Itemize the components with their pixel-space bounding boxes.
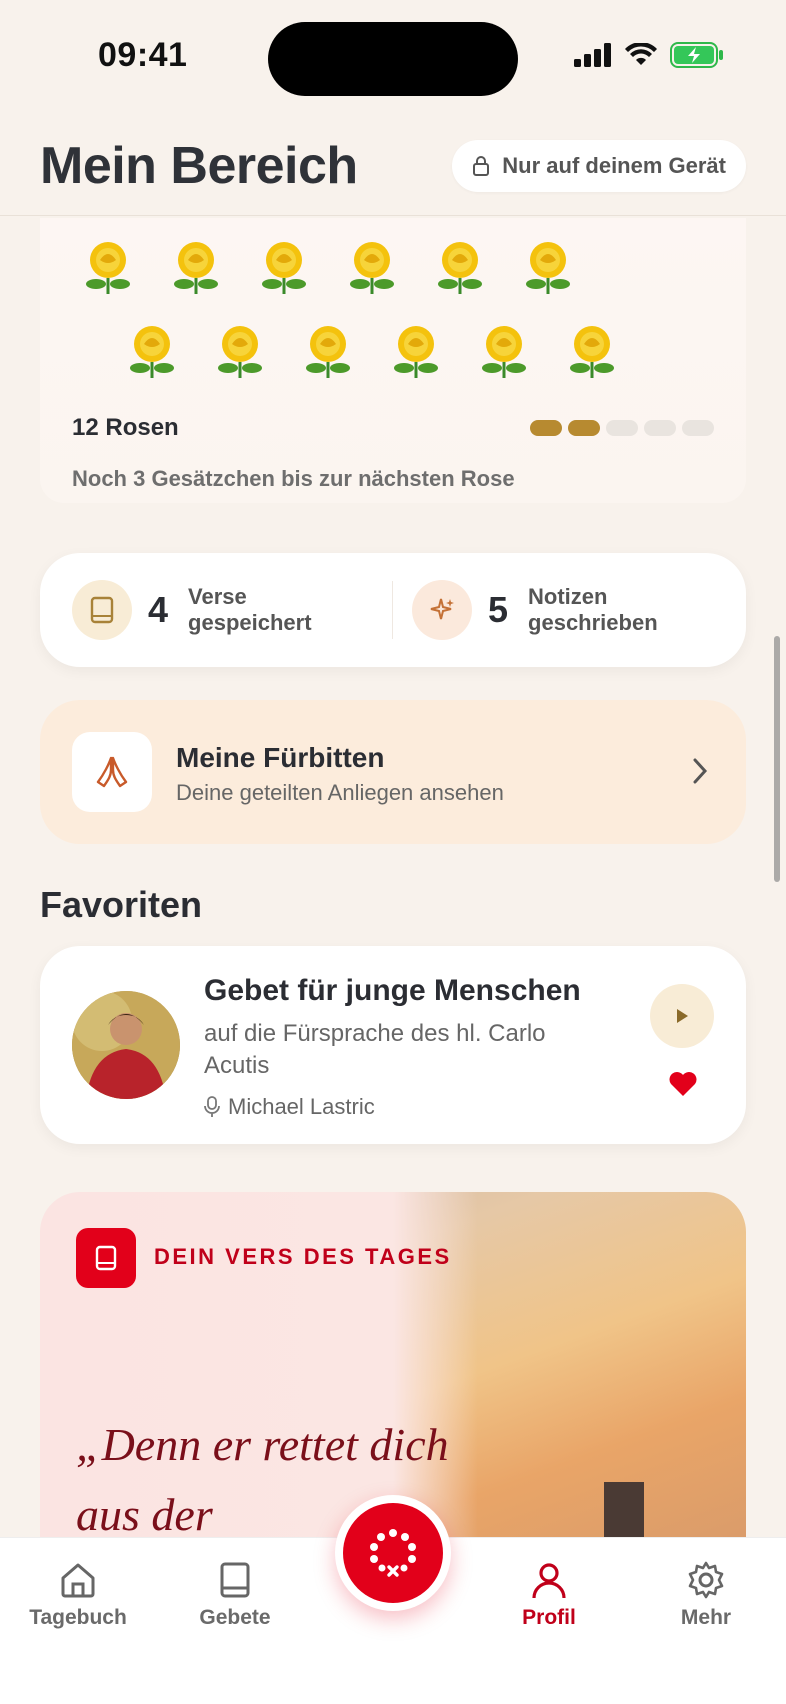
- tab-mehr[interactable]: Mehr: [641, 1560, 771, 1630]
- stat-notes[interactable]: 5 Notizen geschrieben: [412, 580, 678, 640]
- tab-label: Gebete: [199, 1606, 271, 1629]
- favorite-prayer-card[interactable]: Gebet für junge Menschen auf die Fürspra…: [40, 946, 746, 1144]
- book-icon: [76, 1228, 136, 1288]
- tab-label: Mehr: [680, 1606, 732, 1629]
- privacy-pill[interactable]: Nur auf deinem Gerät: [452, 140, 746, 192]
- rose-progress-card: 12 Rosen Noch 3 Gesätzchen bis zur nächs…: [40, 218, 746, 503]
- verse-kicker: DEIN VERS DES TAGES: [154, 1244, 452, 1269]
- tab-profil[interactable]: Profil: [484, 1560, 614, 1630]
- chevron-right-icon: [693, 758, 708, 784]
- notes-label: Notizen geschrieben: [528, 583, 658, 635]
- microphone-icon: [204, 1096, 220, 1117]
- rose-row-1: [78, 236, 578, 296]
- rose-icon: [518, 236, 578, 296]
- sparkle-icon: [412, 580, 472, 640]
- rose-icon: [78, 236, 138, 296]
- progress-segment: [682, 420, 714, 436]
- verse-text: „Denn er rettet dich aus der: [76, 1419, 449, 1540]
- book-icon: [72, 580, 132, 640]
- progress-segment: [606, 420, 638, 436]
- intercessions-card[interactable]: Meine Fürbitten Deine geteilten Anliegen…: [40, 700, 746, 844]
- rose-count: 12 Rosen: [72, 414, 179, 441]
- favorites-title: Favoriten: [40, 884, 203, 925]
- rose-icon: [166, 236, 226, 296]
- avatar: [72, 991, 180, 1099]
- favorite-title: Gebet für junge Menschen: [204, 974, 581, 1007]
- favorite-subtitle: auf die Fürsprache des hl. Carlo Acutis: [204, 1020, 546, 1080]
- rose-progress-bar: [530, 420, 714, 436]
- book-icon: [220, 1562, 250, 1598]
- scrollbar[interactable]: [774, 636, 780, 882]
- tab-tagebuch[interactable]: Tagebuch: [13, 1560, 143, 1630]
- page-header: Mein Bereich Nur auf deinem Gerät: [0, 120, 786, 216]
- status-icons: [574, 42, 724, 68]
- verses-count: 4: [148, 589, 169, 630]
- gear-icon: [688, 1561, 724, 1599]
- signal-icon: [574, 43, 611, 67]
- play-icon: [677, 1009, 688, 1023]
- rose-icon: [430, 236, 490, 296]
- rose-icon: [386, 320, 446, 380]
- tab-label: Tagebuch: [29, 1606, 127, 1629]
- rose-icon: [474, 320, 534, 380]
- page-title: Mein Bereich: [40, 137, 358, 195]
- intercessions-subtitle: Deine geteilten Anliegen ansehen: [176, 780, 504, 805]
- rose-icon: [210, 320, 270, 380]
- rose-icon: [342, 236, 402, 296]
- rose-icon: [562, 320, 622, 380]
- rose-hint: Noch 3 Gesätzchen bis zur nächsten Rose: [72, 466, 515, 491]
- play-button[interactable]: [650, 984, 714, 1048]
- author-name: Michael Lastric: [228, 1094, 375, 1119]
- lock-icon: [473, 156, 490, 176]
- progress-segment: [530, 420, 562, 436]
- intercessions-title: Meine Fürbitten: [176, 742, 385, 773]
- rosary-button[interactable]: [335, 1495, 451, 1611]
- notes-count: 5: [488, 589, 509, 630]
- home-icon: [61, 1563, 95, 1598]
- person-icon: [532, 1563, 566, 1599]
- status-bar: 09:41: [0, 0, 786, 120]
- favorite-author: Michael Lastric: [204, 1094, 375, 1120]
- progress-segment: [568, 420, 600, 436]
- rose-icon: [298, 320, 358, 380]
- stat-verses[interactable]: 4 Verse gespeichert: [72, 580, 338, 640]
- wifi-icon: [625, 43, 657, 65]
- verses-label: Verse gespeichert: [188, 583, 312, 635]
- rose-row-2: [122, 320, 622, 380]
- clock: 09:41: [98, 36, 188, 74]
- rosary-icon: [343, 1503, 443, 1603]
- progress-segment: [644, 420, 676, 436]
- stat-divider: [392, 581, 393, 639]
- rose-icon: [254, 236, 314, 296]
- tab-gebete[interactable]: Gebete: [170, 1560, 300, 1630]
- tab-label: Profil: [522, 1606, 576, 1629]
- rose-icon: [122, 320, 182, 380]
- praying-hands-icon: [72, 732, 152, 812]
- stats-card: 4 Verse gespeichert 5 Notizen geschriebe…: [40, 553, 746, 667]
- battery-icon: [670, 42, 723, 68]
- privacy-pill-label: Nur auf deinem Gerät: [502, 153, 726, 178]
- dynamic-island: [268, 22, 518, 96]
- heart-icon[interactable]: [668, 1070, 698, 1098]
